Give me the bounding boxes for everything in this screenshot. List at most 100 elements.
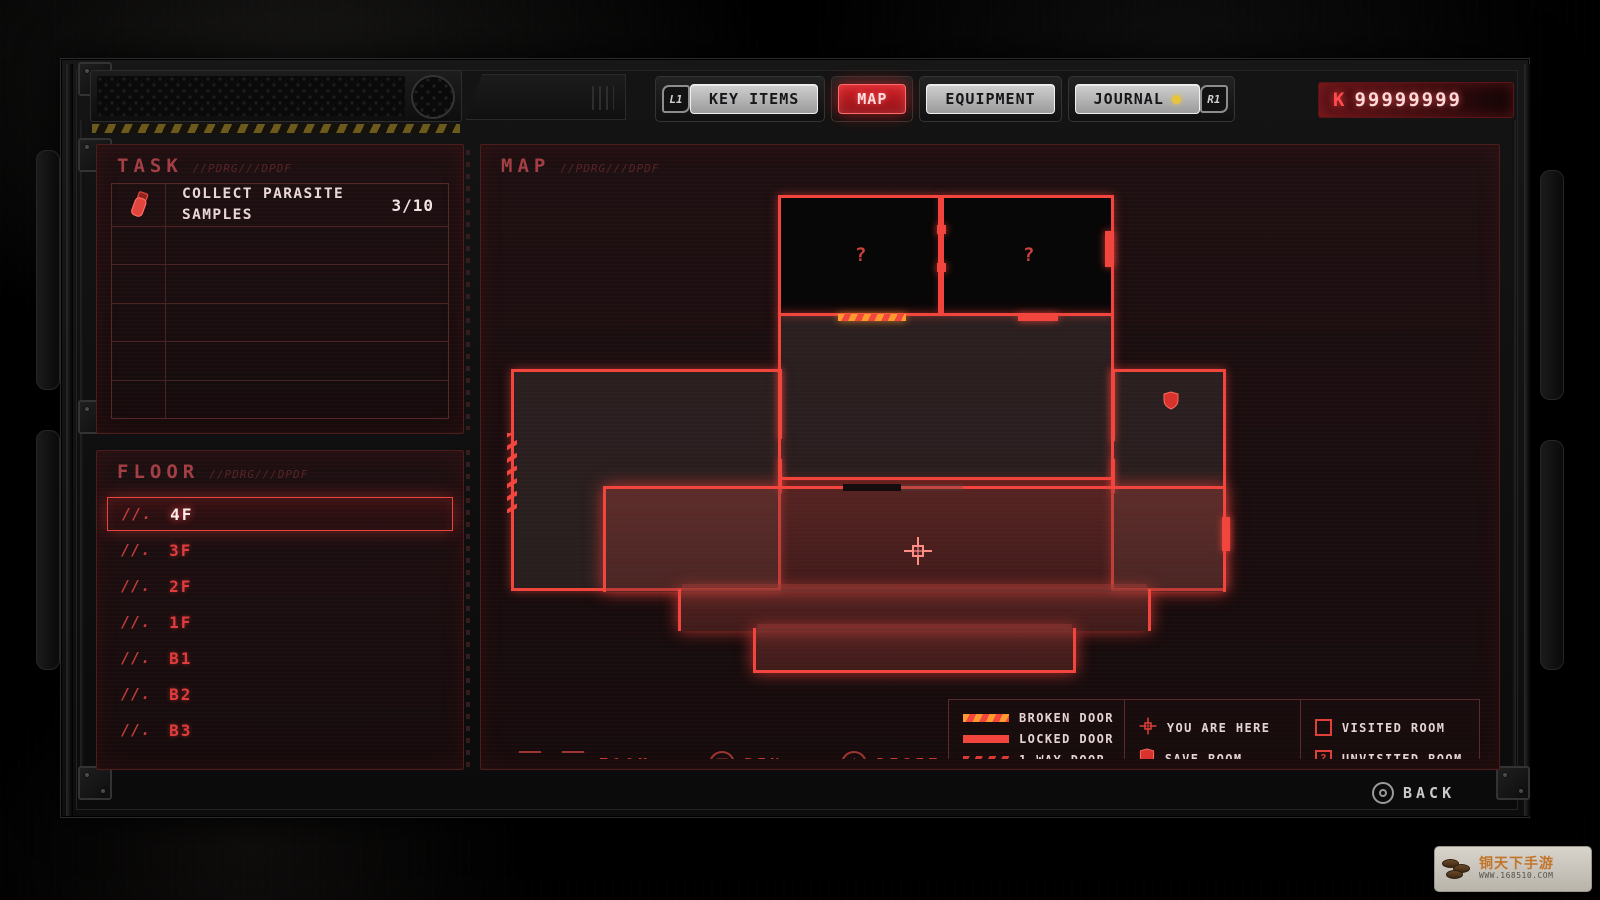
floor-item-b2[interactable]: //. B2 bbox=[107, 677, 453, 711]
watermark-url: WWW.168510.COM bbox=[1479, 871, 1554, 881]
frame-rail-right bbox=[1524, 64, 1531, 816]
floor-prefix: //. bbox=[121, 649, 152, 667]
legend-item-you-are-here: YOU ARE HERE bbox=[1139, 717, 1300, 739]
floor-label: 2F bbox=[169, 576, 193, 596]
side-plate-right-top bbox=[1540, 170, 1564, 400]
task-panel-title: TASK bbox=[117, 155, 183, 177]
task-row-empty[interactable] bbox=[112, 380, 448, 418]
tab-slot-key-items[interactable]: L1 KEY ITEMS bbox=[655, 76, 826, 122]
hint-pin[interactable]: PIN bbox=[709, 751, 783, 759]
back-label: BACK bbox=[1403, 784, 1456, 802]
l2-trigger-icon: L2 bbox=[513, 751, 547, 759]
task-text-cell-empty bbox=[166, 381, 448, 418]
hint-reset[interactable]: RESET bbox=[841, 751, 941, 759]
floor-label: 1F bbox=[169, 612, 193, 632]
map-door-locked-right bbox=[1222, 517, 1230, 551]
shield-icon-svg bbox=[1139, 747, 1155, 759]
triangle-button-icon bbox=[841, 751, 868, 759]
tab-map[interactable]: MAP bbox=[838, 84, 907, 114]
game-menu-screen: L1 KEY ITEMS MAP EQUIPMENT JOURNAL R1 K … bbox=[0, 0, 1600, 900]
side-plate-left-bottom bbox=[36, 430, 60, 670]
back-button[interactable]: BACK bbox=[1372, 782, 1455, 804]
panel-scroll-marker-top bbox=[466, 150, 470, 430]
map-panel: MAP //PDRG///DPDF ? ? BROKEN DOOR LOCKED… bbox=[480, 144, 1500, 770]
hint-label-zoom: ZOOM bbox=[599, 755, 651, 759]
floor-label: B1 bbox=[169, 648, 193, 668]
coins-icon bbox=[1442, 856, 1472, 882]
task-label: COLLECT PARASITE SAMPLES bbox=[182, 186, 345, 224]
tab-journal[interactable]: JOURNAL bbox=[1074, 84, 1200, 114]
watermark-brand: 铜天下手游 bbox=[1479, 855, 1554, 872]
task-row-empty[interactable] bbox=[112, 227, 448, 266]
map-room-unvisited-1[interactable]: ? bbox=[778, 195, 941, 316]
map-seam-2 bbox=[757, 624, 1072, 632]
map-wall-right-stub bbox=[1111, 369, 1115, 441]
locked-door-icon bbox=[963, 734, 1009, 743]
task-text-cell-empty bbox=[166, 265, 448, 302]
task-row-empty[interactable] bbox=[112, 342, 448, 381]
task-panel: TASK //PDRG///DPDF COLLECT PARASITE SAMP… bbox=[96, 144, 464, 434]
hazard-stripe bbox=[92, 124, 460, 133]
legend-item-locked-door: LOCKED DOOR bbox=[963, 730, 1124, 747]
task-icon-cell-empty bbox=[112, 265, 166, 303]
hint-zoom[interactable]: L2 R2 ZOOM bbox=[513, 751, 651, 759]
side-plate-right-bottom bbox=[1540, 440, 1564, 670]
task-row-content: COLLECT PARASITE SAMPLES 3/10 bbox=[166, 184, 448, 226]
visited-room-icon bbox=[1314, 719, 1332, 736]
r2-trigger-icon: R2 bbox=[556, 751, 590, 759]
legend-label: LOCKED DOOR bbox=[1019, 731, 1114, 746]
unvisited-question-mark: ? bbox=[1023, 244, 1035, 266]
floor-panel-header: FLOOR //PDRG///DPDF bbox=[117, 461, 308, 483]
map-door-oneway bbox=[507, 433, 517, 513]
panel-scroll-marker-bottom bbox=[466, 450, 470, 770]
legend-label: VISITED ROOM bbox=[1341, 720, 1446, 735]
tab-key-items[interactable]: KEY ITEMS bbox=[690, 84, 819, 114]
floor-item-4f[interactable]: //. 4F bbox=[107, 497, 453, 531]
task-row[interactable]: COLLECT PARASITE SAMPLES 3/10 bbox=[112, 184, 448, 228]
legend-label: YOU ARE HERE bbox=[1166, 720, 1271, 735]
crosshair-icon-svg bbox=[904, 537, 932, 565]
map-room-unvisited-2[interactable]: ? bbox=[941, 195, 1114, 316]
tab-equipment[interactable]: EQUIPMENT bbox=[926, 84, 1055, 114]
speaker-icon bbox=[411, 75, 455, 119]
floor-panel-code: //PDRG///DPDF bbox=[209, 468, 309, 481]
tab-slot-equipment[interactable]: EQUIPMENT bbox=[919, 76, 1062, 122]
floor-item-3f[interactable]: //. 3F bbox=[107, 533, 453, 567]
map-room-current-step2[interactable] bbox=[753, 628, 1076, 673]
map-wall-left-stub bbox=[778, 369, 782, 439]
frame-rail-left bbox=[66, 64, 73, 816]
map-canvas[interactable]: ? ? BROKEN DOOR LOCKED DOOR YOU ARE HERE… bbox=[493, 181, 1487, 759]
legend-item-visited-room: VISITED ROOM bbox=[1314, 718, 1479, 737]
legend-item-save-room: SAVE ROOM bbox=[1139, 747, 1300, 759]
map-door-locked-right-top bbox=[1105, 231, 1114, 267]
task-text-cell-empty bbox=[166, 342, 448, 379]
floor-item-b1[interactable]: //. B1 bbox=[107, 641, 453, 675]
legend-label: UNVISITED ROOM bbox=[1341, 751, 1463, 760]
task-row-empty[interactable] bbox=[112, 265, 448, 304]
task-panel-header: TASK //PDRG///DPDF bbox=[117, 155, 292, 177]
map-opening-1 bbox=[843, 484, 901, 491]
crosshair-icon bbox=[1139, 717, 1157, 739]
watermark-text: 铜天下手游 WWW.168510.COM bbox=[1479, 855, 1554, 881]
speaker-grille-panel bbox=[90, 70, 462, 122]
floor-item-1f[interactable]: //. 1F bbox=[107, 605, 453, 639]
legend-column-markers: YOU ARE HERE SAVE ROOM bbox=[1125, 700, 1301, 759]
floor-label: 4F bbox=[170, 504, 194, 524]
site-watermark: 铜天下手游 WWW.168510.COM bbox=[1434, 846, 1592, 892]
task-row-empty[interactable] bbox=[112, 303, 448, 343]
floor-prefix: //. bbox=[121, 541, 152, 559]
circle-button-icon bbox=[1372, 782, 1394, 804]
map-room-corridor[interactable] bbox=[778, 313, 1114, 480]
task-icon-cell-empty bbox=[112, 380, 166, 418]
tab-slot-map[interactable]: MAP bbox=[831, 76, 914, 122]
tab-slot-journal[interactable]: JOURNAL R1 bbox=[1067, 76, 1235, 122]
floor-item-2f[interactable]: //. 2F bbox=[107, 569, 453, 603]
legend-label: 1-WAY DOOR bbox=[1019, 753, 1105, 759]
triangle-icon-svg bbox=[853, 758, 855, 759]
task-count: 3/10 bbox=[391, 195, 434, 215]
hint-label-pin: PIN bbox=[744, 755, 783, 759]
floor-item-b3[interactable]: //. B3 bbox=[107, 713, 453, 747]
side-plate-left-top bbox=[36, 150, 60, 390]
hex-mesh-grille bbox=[97, 76, 405, 116]
corner-bracket-br bbox=[1496, 766, 1530, 800]
